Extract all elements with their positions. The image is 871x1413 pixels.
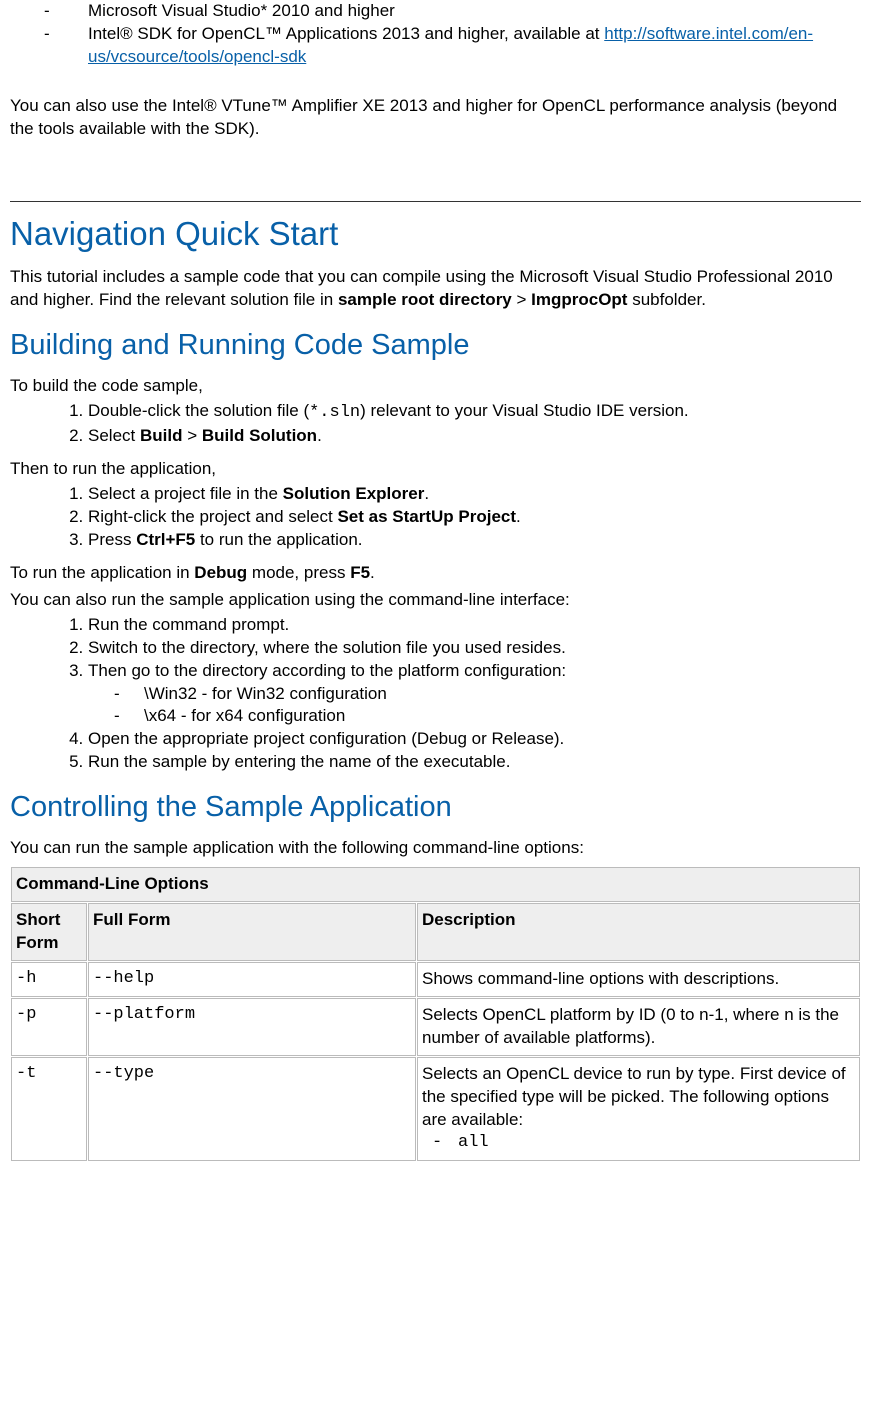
cell-full: --help <box>88 962 416 997</box>
list-item: Run the sample by entering the name of t… <box>88 751 861 774</box>
text: . <box>424 484 429 503</box>
build-steps-list: Double-click the solution file (*.sln) r… <box>10 400 861 448</box>
cell-short: -p <box>11 998 87 1056</box>
cell-desc: Selects an OpenCL device to run by type.… <box>417 1057 860 1161</box>
table-title-row: Command-Line Options <box>11 867 860 902</box>
debug-paragraph: To run the application in Debug mode, pr… <box>10 562 861 585</box>
vtune-paragraph: You can also use the Intel® VTune™ Ampli… <box>10 95 861 141</box>
cli-steps-list: Run the command prompt. Switch to the di… <box>10 614 861 775</box>
text: > <box>512 290 531 309</box>
text-bold: Ctrl+F5 <box>136 530 195 549</box>
text-bold: Set as StartUp Project <box>337 507 516 526</box>
list-item: Switch to the directory, where the solut… <box>88 637 861 660</box>
options-table: Command-Line Options Short Form Full For… <box>10 866 861 1161</box>
nav-intro-paragraph: This tutorial includes a sample code tha… <box>10 266 861 312</box>
platform-sublist: \Win32 - for Win32 configuration \x64 - … <box>88 683 861 729</box>
control-intro: You can run the sample application with … <box>10 837 861 860</box>
list-item: Press Ctrl+F5 to run the application. <box>88 529 861 552</box>
text: Microsoft Visual Studio* 2010 and higher <box>88 1 395 20</box>
list-item: Then go to the directory according to th… <box>88 660 861 729</box>
text: to run the application. <box>195 530 362 549</box>
text-bold: F5 <box>350 563 370 582</box>
col-short-form: Short Form <box>11 903 87 961</box>
build-intro: To build the code sample, <box>10 375 861 398</box>
text: Intel® SDK for OpenCL™ Applications 2013… <box>88 24 604 43</box>
list-item: all <box>458 1132 855 1155</box>
text: To run the application in <box>10 563 194 582</box>
cli-intro: You can also run the sample application … <box>10 589 861 612</box>
text-bold: ImgprocOpt <box>531 290 627 309</box>
prereq-list: Microsoft Visual Studio* 2010 and higher… <box>10 0 861 69</box>
cell-full: --type <box>88 1057 416 1161</box>
list-item: Run the command prompt. <box>88 614 861 637</box>
table-row: -t --type Selects an OpenCL device to ru… <box>11 1057 860 1161</box>
type-options-list: all <box>422 1132 855 1155</box>
cell-short: -t <box>11 1057 87 1161</box>
text: Double-click the solution file ( <box>88 401 309 420</box>
text: ) relevant to your Visual Studio IDE ver… <box>360 401 689 420</box>
list-item: Right-click the project and select Set a… <box>88 506 861 529</box>
cell-desc: Shows command-line options with descript… <box>417 962 860 997</box>
list-item: Select a project file in the Solution Ex… <box>88 483 861 506</box>
col-full-form: Full Form <box>88 903 416 961</box>
text: subfolder. <box>627 290 705 309</box>
list-item: Select Build > Build Solution. <box>88 425 861 448</box>
list-item: Microsoft Visual Studio* 2010 and higher <box>88 0 861 23</box>
cell-desc: Selects OpenCL platform by ID (0 to n-1,… <box>417 998 860 1056</box>
text-bold: sample root directory <box>338 290 512 309</box>
nav-quick-start-heading: Navigation Quick Start <box>10 212 861 257</box>
list-item: Double-click the solution file (*.sln) r… <box>88 400 861 425</box>
cell-short: -h <box>11 962 87 997</box>
text: Select a project file in the <box>88 484 283 503</box>
text: . <box>317 426 322 445</box>
table-header-row: Short Form Full Form Description <box>11 903 860 961</box>
text-bold: Debug <box>194 563 247 582</box>
text-bold: Build Solution <box>202 426 317 445</box>
table-title: Command-Line Options <box>11 867 860 902</box>
text: . <box>370 563 375 582</box>
list-item: Intel® SDK for OpenCL™ Applications 2013… <box>88 23 861 69</box>
run-steps-list: Select a project file in the Solution Ex… <box>10 483 861 552</box>
run-intro: Then to run the application, <box>10 458 861 481</box>
text-bold: Build <box>140 426 183 445</box>
text: mode, press <box>247 563 350 582</box>
list-item: Open the appropriate project configurati… <box>88 728 861 751</box>
text-bold: Solution Explorer <box>283 484 425 503</box>
controlling-heading: Controlling the Sample Application <box>10 788 861 827</box>
text: > <box>182 426 201 445</box>
text: Select <box>88 426 140 445</box>
code-text: *.sln <box>309 403 360 422</box>
building-heading: Building and Running Code Sample <box>10 326 861 365</box>
list-item: \x64 - for x64 configuration <box>144 705 861 728</box>
col-description: Description <box>417 903 860 961</box>
text: . <box>516 507 521 526</box>
table-row: -p --platform Selects OpenCL platform by… <box>11 998 860 1056</box>
text: Right-click the project and select <box>88 507 337 526</box>
text: Selects an OpenCL device to run by type.… <box>422 1064 846 1129</box>
text: Press <box>88 530 136 549</box>
table-row: -h --help Shows command-line options wit… <box>11 962 860 997</box>
cell-full: --platform <box>88 998 416 1056</box>
divider <box>10 201 861 202</box>
list-item: \Win32 - for Win32 configuration <box>144 683 861 706</box>
text: Then go to the directory according to th… <box>88 661 566 680</box>
